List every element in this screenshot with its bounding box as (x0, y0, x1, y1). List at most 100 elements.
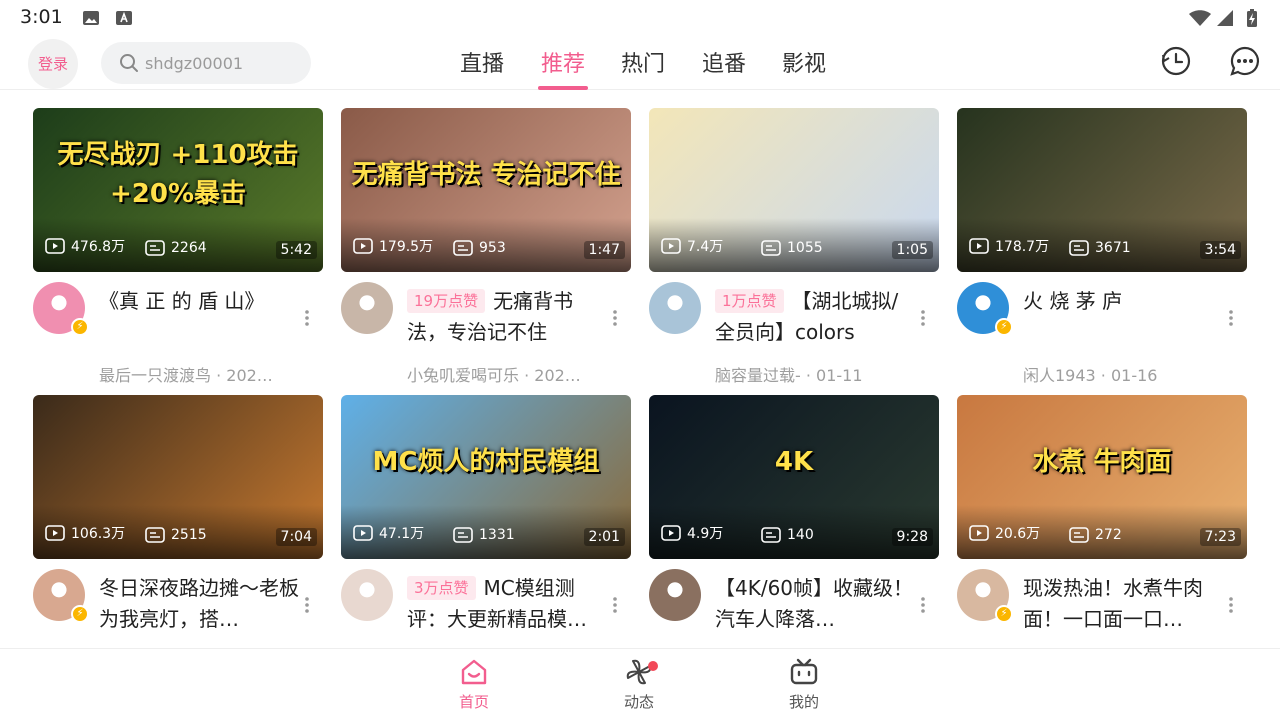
video-title[interactable]: 【4K/60帧】收藏级！ 汽车人降落… (715, 573, 915, 635)
login-button[interactable]: 登录 (28, 39, 78, 89)
view-count-value: 179.5万 (379, 239, 434, 255)
video-duration: 5:42 (275, 241, 317, 259)
more-options-icon[interactable] (297, 595, 317, 615)
video-card[interactable]: 无痛背书法 专治记不住 179.5万 953 1:47 19万点赞 无痛背书法，专治记不住… (341, 108, 631, 385)
video-meta: 最后一只渡渡鸟 · 202… (99, 366, 273, 385)
video-duration: 9:28 (891, 528, 933, 546)
danmaku-count-value: 2515 (171, 527, 207, 543)
history-icon[interactable] (1160, 45, 1192, 77)
video-title[interactable]: 1万点赞 【湖北城拟/全员向】colors (715, 286, 915, 348)
video-thumbnail[interactable]: 178.7万 3671 3:54 (957, 108, 1247, 272)
video-title[interactable]: 现泼热油！水煮牛肉面！一口面一口… (1023, 573, 1223, 635)
video-title-text: 【4K/60帧】收藏级！ 汽车人降落… (715, 576, 914, 631)
view-count: 476.8万 (45, 236, 125, 256)
danmaku-count: 1331 (453, 527, 515, 543)
video-duration: 1:47 (583, 241, 625, 259)
danmaku-count-value: 2264 (171, 240, 207, 256)
view-count-value: 20.6万 (995, 526, 1041, 542)
avatar[interactable] (649, 282, 701, 334)
nav-home[interactable]: 首页 (434, 657, 514, 717)
danmaku-count-value: 3671 (1095, 240, 1131, 256)
video-title-text: 《真 正 的 盾 山》 (99, 289, 265, 313)
tab-live[interactable]: 直播 (458, 46, 506, 90)
play-count-icon (353, 525, 373, 541)
search-input[interactable] (145, 51, 305, 75)
video-thumbnail[interactable]: 4K 4.9万 140 9:28 (649, 395, 939, 559)
avatar[interactable] (341, 569, 393, 621)
danmaku-count-value: 953 (479, 240, 506, 256)
more-options-icon[interactable] (913, 595, 933, 615)
view-count: 178.7万 (969, 236, 1049, 256)
view-count: 4.9万 (661, 523, 723, 543)
video-card[interactable]: 4K4.9万1409:28【4K/60帧】收藏级！ 汽车人降落…豪子Radian… (649, 395, 939, 648)
nav-dynamic[interactable]: 动态 (599, 657, 679, 717)
notification-dot (648, 661, 658, 671)
play-count-icon (661, 525, 681, 541)
view-count-value: 4.9万 (687, 526, 724, 542)
danmaku-icon (453, 240, 473, 256)
danmaku-count-value: 272 (1095, 527, 1122, 543)
home-icon (461, 659, 487, 685)
play-count-icon (661, 238, 681, 254)
nav-home-label: 首页 (458, 693, 489, 711)
play-count-icon (45, 238, 65, 254)
video-thumbnail[interactable]: MC烦人的村民模组 47.1万 1331 2:01 (341, 395, 631, 559)
image-icon (83, 11, 99, 25)
top-header: 登录 直播 推荐 热门 追番 影视 (0, 36, 1280, 90)
tab-hot[interactable]: 热门 (619, 46, 667, 90)
view-count-value: 106.3万 (71, 526, 126, 542)
tab-recommend[interactable]: 推荐 (538, 46, 588, 90)
likes-badge: 1万点赞 (715, 289, 784, 313)
app-notification-icon (116, 11, 132, 25)
video-card[interactable]: 106.3万25157:04⚡冬日深夜路边摊～老板为我亮灯，搭…-橘子公主 · … (33, 395, 323, 648)
more-options-icon[interactable] (297, 308, 317, 328)
nav-mine[interactable]: 我的 (764, 657, 844, 717)
play-count-icon (45, 525, 65, 541)
video-title[interactable]: 19万点赞 无痛背书法，专治记不住 (407, 286, 607, 348)
avatar[interactable] (341, 282, 393, 334)
search-box[interactable] (101, 42, 311, 84)
more-options-icon[interactable] (1221, 595, 1241, 615)
video-title[interactable]: 冬日深夜路边摊～老板为我亮灯，搭… (99, 573, 299, 635)
bottom-nav: 首页 动态 我的 (0, 648, 1280, 720)
video-title-text: 冬日深夜路边摊～老板为我亮灯，搭… (99, 576, 299, 631)
video-card[interactable]: 水煮 牛肉面20.6万2727:23⚡现泼热油！水煮牛肉面！一口面一口…吃货圆圆… (957, 395, 1247, 648)
video-title[interactable]: 3万点赞 MC模组测评：大更新精品模… (407, 573, 607, 635)
wifi-icon (1189, 10, 1211, 26)
video-title[interactable]: 火 烧 茅 庐 (1023, 286, 1223, 348)
video-thumbnail[interactable]: 106.3万 2515 7:04 (33, 395, 323, 559)
danmaku-icon (145, 240, 165, 256)
video-thumbnail[interactable]: 无痛背书法 专治记不住 179.5万 953 1:47 (341, 108, 631, 272)
video-feed: 无尽战刃 +110攻击 +20%暴击 476.8万 2264 5:42 ⚡ 《真 正 的 … (0, 90, 1280, 648)
video-title[interactable]: 《真 正 的 盾 山》 (99, 286, 299, 348)
video-card[interactable]: 178.7万 3671 3:54 ⚡ 火 烧 茅 庐闲人1943 · 01-16 (957, 108, 1247, 385)
message-icon[interactable] (1229, 45, 1261, 77)
avatar[interactable] (649, 569, 701, 621)
video-card[interactable]: 无尽战刃 +110攻击 +20%暴击 476.8万 2264 5:42 ⚡ 《真 正 的 … (33, 108, 323, 385)
video-duration: 3:54 (1199, 241, 1241, 259)
video-thumbnail[interactable]: 无尽战刃 +110攻击 +20%暴击 476.8万 2264 5:42 (33, 108, 323, 272)
video-card[interactable]: MC烦人的村民模组 47.1万 1331 2:01 3万点赞 MC模组测评：大更新精品模…… (341, 395, 631, 648)
danmaku-icon (761, 240, 781, 256)
view-count: 20.6万 (969, 523, 1040, 543)
video-card[interactable]: 7.4万 1055 1:05 1万点赞 【湖北城拟/全员向】colors 脑容量过载- ·… (649, 108, 939, 385)
more-options-icon[interactable] (605, 308, 625, 328)
video-thumbnail[interactable]: 7.4万 1055 1:05 (649, 108, 939, 272)
more-options-icon[interactable] (1221, 308, 1241, 328)
video-duration: 2:01 (583, 528, 625, 546)
danmaku-icon (761, 527, 781, 543)
tab-movies[interactable]: 影视 (780, 46, 828, 90)
more-options-icon[interactable] (605, 595, 625, 615)
danmaku-icon (453, 527, 473, 543)
verified-badge-icon: ⚡ (995, 318, 1013, 336)
view-count: 106.3万 (45, 523, 125, 543)
danmaku-icon (1069, 240, 1089, 256)
view-count-value: 47.1万 (379, 526, 425, 542)
verified-badge-icon: ⚡ (71, 605, 89, 623)
more-options-icon[interactable] (913, 308, 933, 328)
video-thumbnail[interactable]: 水煮 牛肉面 20.6万 272 7:23 (957, 395, 1247, 559)
tab-bangumi[interactable]: 追番 (700, 46, 748, 90)
nav-dynamic-label: 动态 (623, 693, 654, 711)
signal-icon (1217, 10, 1233, 26)
view-count-value: 476.8万 (71, 239, 126, 255)
